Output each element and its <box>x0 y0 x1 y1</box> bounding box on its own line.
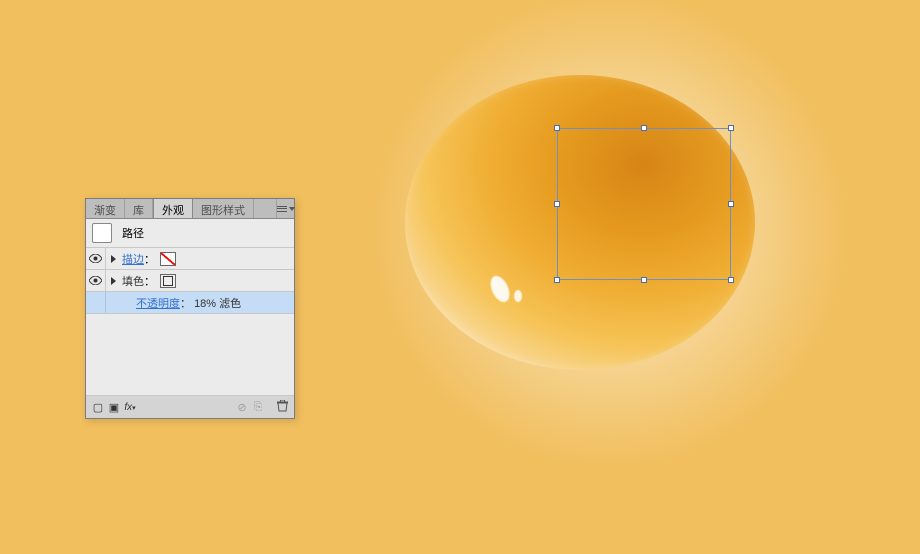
object-thumbnail <box>92 223 112 243</box>
add-effect-button[interactable]: fx▾ <box>122 401 138 413</box>
panel-tabbar: 渐变 库 外观 图形样式 <box>86 199 294 219</box>
stroke-swatch-none[interactable] <box>160 252 176 266</box>
fill-label: 填色 <box>120 273 144 289</box>
opacity-value: 18% <box>194 298 216 310</box>
visibility-eye-icon[interactable] <box>89 276 102 285</box>
object-target-row[interactable]: 路径 <box>86 219 294 248</box>
tab-graphic-styles[interactable]: 图形样式 <box>193 199 254 218</box>
appearance-panel: 渐变 库 外观 图形样式 路径 描边 ： 填色 ： 不透明 <box>85 198 295 419</box>
fill-swatch[interactable] <box>160 274 176 288</box>
expand-arrow-icon[interactable] <box>106 255 120 263</box>
object-name-label: 路径 <box>122 225 144 241</box>
panel-footer: ▢ ▣ fx▾ ⊘ ⎘ <box>86 396 294 418</box>
chevron-down-icon <box>289 207 295 211</box>
delete-item-icon[interactable] <box>274 400 290 415</box>
new-fill-icon[interactable]: ▢ <box>90 401 106 414</box>
panel-body: 路径 描边 ： 填色 ： 不透明度： 18% 滤色 <box>86 219 294 396</box>
opacity-row[interactable]: 不透明度： 18% 滤色 <box>86 292 294 314</box>
stroke-row[interactable]: 描边 ： <box>86 248 294 270</box>
opacity-blendmode: 滤色 <box>219 298 241 310</box>
menu-lines-icon <box>277 206 287 212</box>
new-stroke-icon[interactable]: ▣ <box>106 401 122 414</box>
opacity-label[interactable]: 不透明度 <box>136 298 180 310</box>
egg-highlight-small <box>514 290 522 302</box>
trash-icon <box>277 400 288 412</box>
tab-libraries[interactable]: 库 <box>125 199 153 218</box>
panel-menu-button[interactable] <box>276 199 294 218</box>
tab-appearance[interactable]: 外观 <box>153 199 193 218</box>
opacity-text: 不透明度： 18% 滤色 <box>106 295 241 311</box>
stroke-label[interactable]: 描边 <box>120 251 144 267</box>
duplicate-item-icon[interactable]: ⎘ <box>250 401 266 414</box>
fill-row[interactable]: 填色 ： <box>86 270 294 292</box>
clear-appearance-icon[interactable]: ⊘ <box>234 401 250 414</box>
panel-blank-area <box>86 314 294 396</box>
tab-gradient[interactable]: 渐变 <box>86 199 125 218</box>
expand-arrow-icon[interactable] <box>106 277 120 285</box>
visibility-eye-icon[interactable] <box>89 254 102 263</box>
